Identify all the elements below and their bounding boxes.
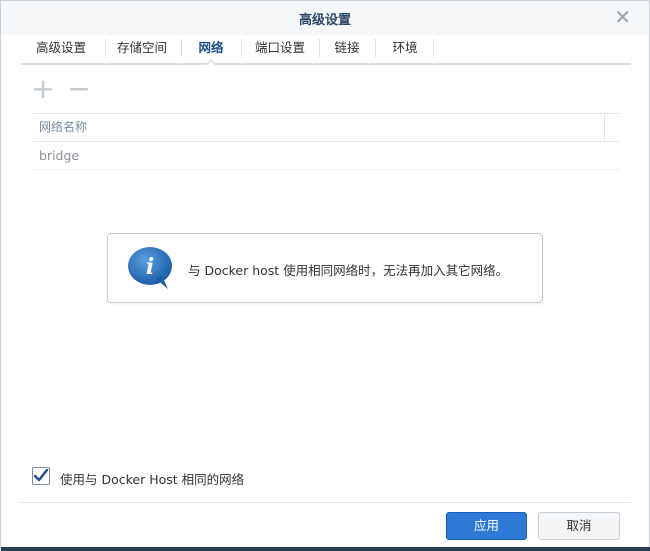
tab-network[interactable]: 网络 [187, 35, 235, 61]
tab-advanced[interactable]: 高级设置 [21, 35, 101, 61]
cancel-button[interactable]: 取消 [538, 512, 620, 540]
tab-port-settings[interactable]: 端口设置 [245, 35, 315, 61]
svg-text:i: i [146, 254, 154, 280]
info-icon: i [128, 247, 172, 289]
tab-storage[interactable]: 存储空间 [107, 35, 177, 61]
table-header: 网络名称 [33, 114, 619, 142]
info-message-text: 与 Docker host 使用相同网络时，无法再加入其它网络。 [188, 263, 509, 278]
info-message-box: i 与 Docker host 使用相同网络时，无法再加入其它网络。 [107, 233, 543, 303]
dialog-title: 高级设置 [298, 13, 351, 28]
active-tab-indicator [205, 59, 217, 66]
tab-divider [181, 39, 182, 57]
tab-environment[interactable]: 环境 [383, 35, 427, 61]
tab-divider [433, 39, 434, 57]
column-header-network-name[interactable]: 网络名称 [33, 120, 87, 134]
plus-icon[interactable]: + [31, 75, 55, 103]
checkmark-icon [33, 468, 49, 482]
tab-divider [375, 39, 376, 57]
column-divider [604, 114, 605, 141]
minus-icon[interactable]: − [67, 75, 91, 103]
network-name-cell: bridge [39, 148, 80, 163]
host-network-checkbox[interactable] [32, 467, 50, 485]
title-bar: 高级设置 ✕ [1, 1, 649, 35]
tab-divider [105, 39, 106, 57]
advanced-settings-dialog: 高级设置 ✕ 高级设置 存储空间 网络 端口设置 链接 环境 + − 网络名称 … [0, 0, 650, 551]
close-icon[interactable]: ✕ [614, 7, 631, 27]
tab-links[interactable]: 链接 [327, 35, 367, 61]
window-bottom-edge [1, 547, 650, 551]
tab-divider [319, 39, 320, 57]
table-row[interactable]: bridge [33, 142, 619, 170]
footer-divider [19, 502, 631, 503]
host-network-label[interactable]: 使用与 Docker Host 相同的网络 [60, 469, 244, 488]
network-table: 网络名称 bridge [33, 113, 619, 170]
apply-button[interactable]: 应用 [446, 512, 527, 540]
tab-bar: 高级设置 存储空间 网络 端口设置 链接 环境 [21, 35, 631, 66]
tab-divider [241, 39, 242, 57]
